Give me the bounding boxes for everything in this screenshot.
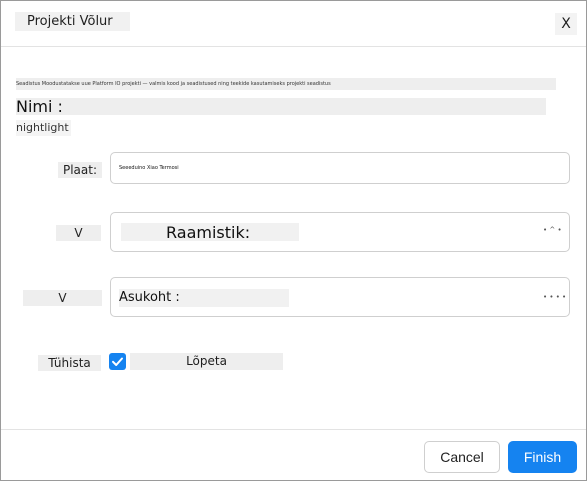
framework-side-label: V	[56, 225, 101, 241]
name-label: Nimi :	[16, 97, 63, 116]
dialog-description: Seadistus Moodustatakse uue Platform IO …	[16, 78, 556, 90]
default-location-finish-label: Lõpeta	[130, 353, 283, 370]
location-label: Asukoht :	[119, 290, 180, 305]
location-side-label: V	[23, 290, 102, 306]
default-location-cancel-label: Tühista	[38, 355, 101, 371]
project-wizard-dialog: Projekti Võlur X Seadistus Moodustatakse…	[0, 0, 587, 481]
framework-label: Raamistik:	[166, 223, 251, 242]
board-value: Seeeduino Xiao Termosi	[119, 165, 179, 171]
board-label: Plaat:	[58, 162, 102, 178]
cancel-button[interactable]: Cancel	[424, 441, 500, 473]
location-input[interactable]: Asukoht : • • • •	[110, 277, 570, 317]
chevron-up-icon: • ^ •	[543, 226, 562, 234]
default-location-checkbox[interactable]	[109, 353, 126, 370]
dialog-title: Projekti Võlur	[15, 12, 130, 31]
browse-dots-icon[interactable]: • • • •	[543, 293, 566, 301]
close-button[interactable]: X	[555, 13, 577, 35]
finish-button[interactable]: Finish	[508, 441, 577, 473]
name-row-background	[16, 98, 546, 115]
check-icon	[112, 357, 123, 366]
name-input[interactable]: nightlight	[16, 120, 71, 136]
board-select[interactable]: Seeeduino Xiao Termosi	[110, 152, 570, 184]
framework-select[interactable]: Raamistik: • ^ •	[110, 212, 570, 252]
dialog-titlebar: Projekti Võlur X	[1, 1, 586, 47]
footer-divider	[1, 429, 586, 430]
